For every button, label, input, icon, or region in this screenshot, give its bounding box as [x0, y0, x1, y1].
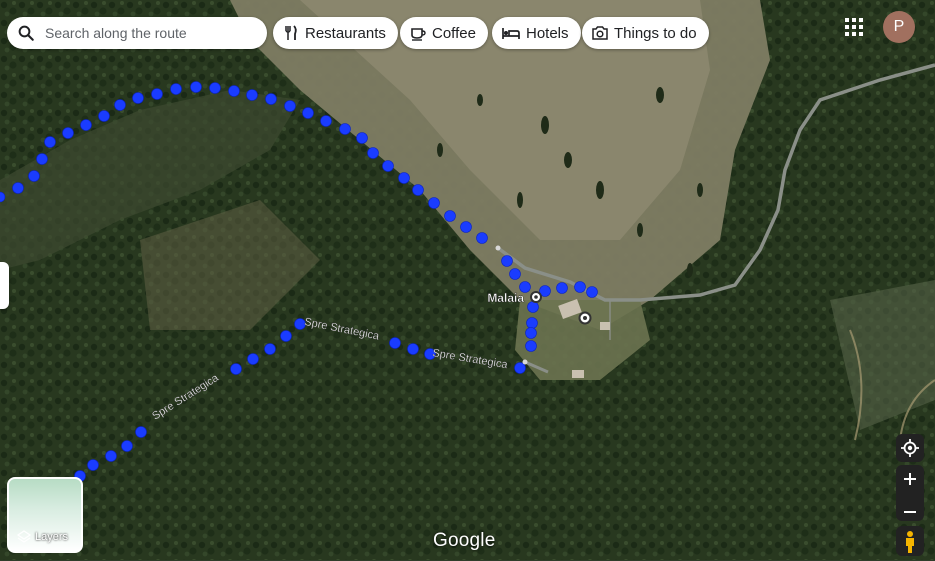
- chip-things-to-do[interactable]: Things to do: [582, 17, 709, 49]
- zoom-controls: [896, 465, 924, 521]
- side-panel-toggle[interactable]: [0, 262, 9, 309]
- chip-label: Coffee: [432, 24, 476, 42]
- street-view-pegman[interactable]: [896, 526, 924, 556]
- layers-button[interactable]: Layers: [7, 477, 83, 553]
- satellite-map[interactable]: Spre Strategica Spre Strategica Spre Str…: [0, 0, 935, 560]
- chip-label: Things to do: [614, 24, 697, 42]
- bed-icon: [502, 28, 520, 39]
- pegman-icon: [906, 531, 914, 553]
- my-location-icon: [901, 439, 919, 457]
- apps-grid-icon[interactable]: [844, 17, 864, 37]
- place-label[interactable]: Malaia: [487, 291, 524, 305]
- search-input[interactable]: [43, 24, 247, 42]
- fork-knife-icon: [285, 25, 297, 40]
- chip-hotels[interactable]: Hotels: [492, 17, 581, 49]
- my-location-button[interactable]: [896, 434, 924, 462]
- layers-label: Layers: [35, 531, 69, 543]
- coffee-cup-icon: [411, 28, 426, 41]
- zoom-in-icon[interactable]: [896, 465, 924, 493]
- route-search-bar[interactable]: [7, 17, 267, 49]
- chip-label: Hotels: [526, 24, 569, 42]
- chip-label: Restaurants: [305, 24, 386, 42]
- place-marker[interactable]: [530, 291, 542, 303]
- google-logo: Google: [433, 530, 496, 551]
- account-avatar[interactable]: P: [883, 11, 915, 43]
- zoom-out-icon[interactable]: [896, 498, 924, 526]
- layers-icon: [17, 530, 31, 543]
- chip-restaurants[interactable]: Restaurants: [273, 17, 398, 49]
- camera-icon: [592, 26, 608, 40]
- waypoint-marker[interactable]: [578, 311, 592, 325]
- chip-coffee[interactable]: Coffee: [400, 17, 488, 49]
- search-icon: [18, 25, 34, 41]
